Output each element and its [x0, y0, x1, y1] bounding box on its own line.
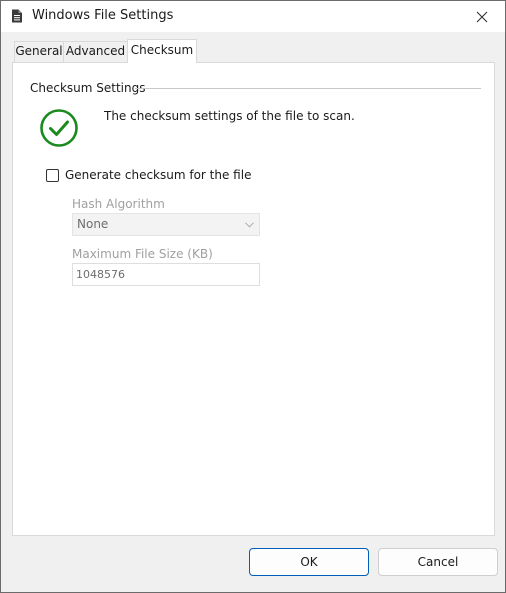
cancel-button[interactable]: Cancel: [378, 548, 498, 576]
description-text: The checksum settings of the file to sca…: [104, 109, 355, 123]
checkmark-circle-icon: [40, 109, 78, 147]
ok-button[interactable]: OK: [249, 548, 369, 576]
hash-algorithm-label: Hash Algorithm: [72, 197, 165, 211]
checksum-tab-panel: Checksum Settings The checksum settings …: [12, 62, 495, 536]
window-title: Windows File Settings: [32, 8, 174, 23]
close-button[interactable]: [459, 1, 505, 32]
max-file-size-label: Maximum File Size (KB): [72, 247, 213, 261]
tab-general[interactable]: General: [14, 41, 64, 62]
max-file-size-value: 1048576: [76, 268, 125, 281]
chevron-down-icon: [245, 222, 254, 228]
title-bar: Windows File Settings: [1, 1, 505, 32]
group-title: Checksum Settings: [30, 81, 146, 95]
generate-checksum-checkbox[interactable]: [46, 169, 59, 182]
tab-checksum[interactable]: Checksum: [127, 39, 197, 63]
generate-checksum-label[interactable]: Generate checksum for the file: [65, 168, 251, 183]
settings-dialog: Windows File Settings General Advanced C…: [0, 0, 506, 593]
close-icon: [476, 11, 488, 22]
max-file-size-input[interactable]: 1048576: [72, 263, 260, 286]
document-icon: [12, 9, 22, 23]
tab-advanced[interactable]: Advanced: [63, 41, 128, 62]
group-divider: [135, 88, 481, 89]
hash-algorithm-value: None: [77, 217, 109, 231]
hash-algorithm-dropdown[interactable]: None: [72, 213, 260, 236]
